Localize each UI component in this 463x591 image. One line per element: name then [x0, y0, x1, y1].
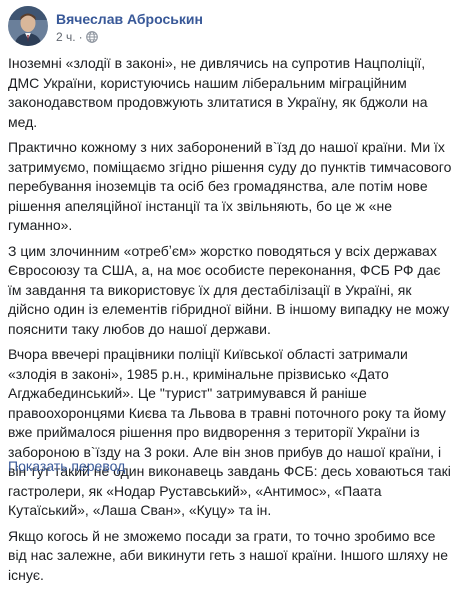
post-paragraph-1: Іноземні «злодії в законі», не дивлячись…: [8, 55, 428, 130]
post-time[interactable]: 2 ч.: [56, 30, 76, 44]
post-header: Вячеслав Аброськин 2 ч. ·: [8, 6, 203, 46]
avatar[interactable]: [8, 6, 48, 46]
separator-dot: ·: [78, 30, 83, 44]
post-paragraph-5: Якщо когось й не зможемо посади за грати…: [8, 527, 449, 583]
post-paragraph-4: Вчора ввечері працівники поліції Київськ…: [8, 346, 451, 518]
post-paragraph-3: З цим злочинним «отребʼєм» жорстко повод…: [8, 242, 450, 337]
post-timestamp-row: 2 ч. ·: [56, 30, 203, 44]
author-name[interactable]: Вячеслав Аброськин: [56, 11, 203, 27]
post-meta: Вячеслав Аброськин 2 ч. ·: [56, 6, 203, 44]
post-body: Іноземні «злодії в законі», не дивлячись…: [8, 54, 455, 591]
facebook-post: Вячеслав Аброськин 2 ч. · Іноземні «злод…: [0, 0, 463, 583]
show-translation-link[interactable]: Показать перевод: [8, 458, 125, 474]
post-paragraph-2: Практично кожному з них заборонений в`їз…: [8, 139, 452, 233]
avatar-image: [8, 6, 48, 46]
globe-icon[interactable]: [85, 31, 98, 43]
